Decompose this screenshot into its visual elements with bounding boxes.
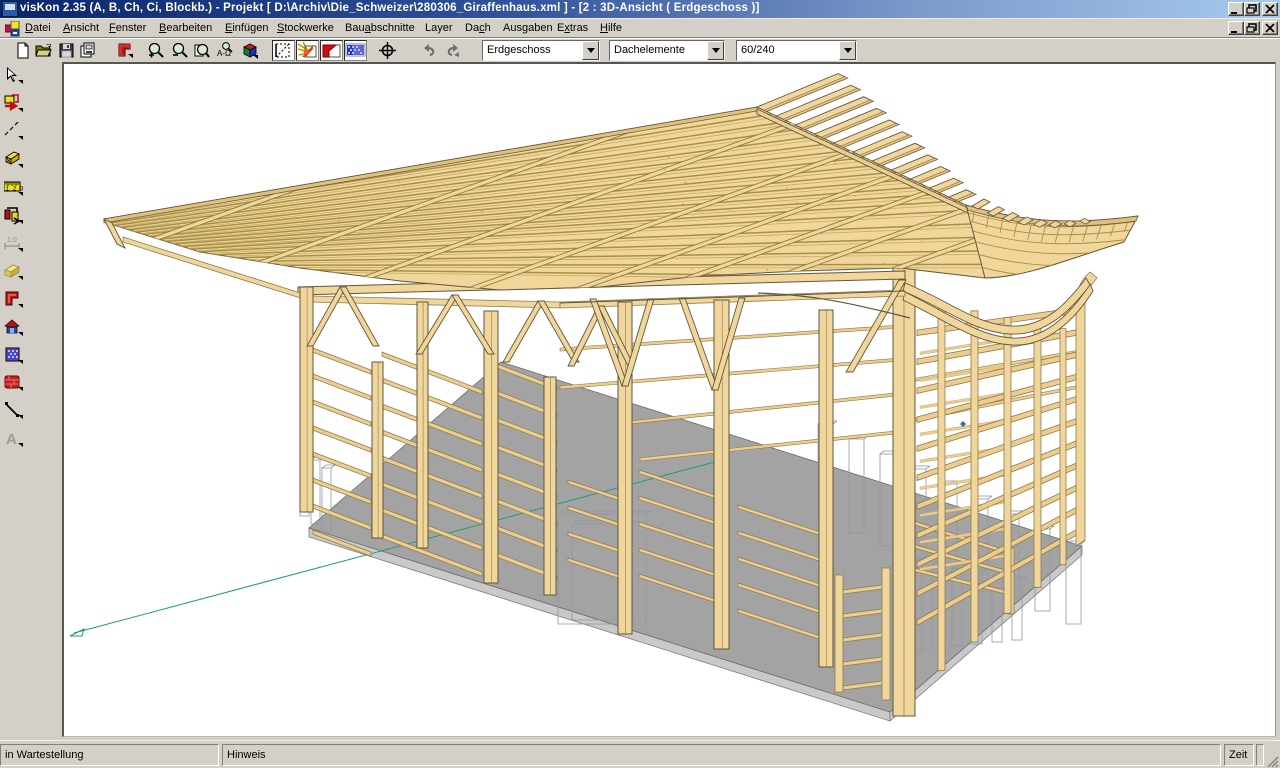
svg-text:1.0: 1.0	[7, 237, 17, 244]
svg-text:1 2 3: 1 2 3	[6, 186, 24, 193]
svg-text:A-Ω: A-Ω	[217, 49, 231, 58]
svg-text:A: A	[6, 431, 17, 448]
